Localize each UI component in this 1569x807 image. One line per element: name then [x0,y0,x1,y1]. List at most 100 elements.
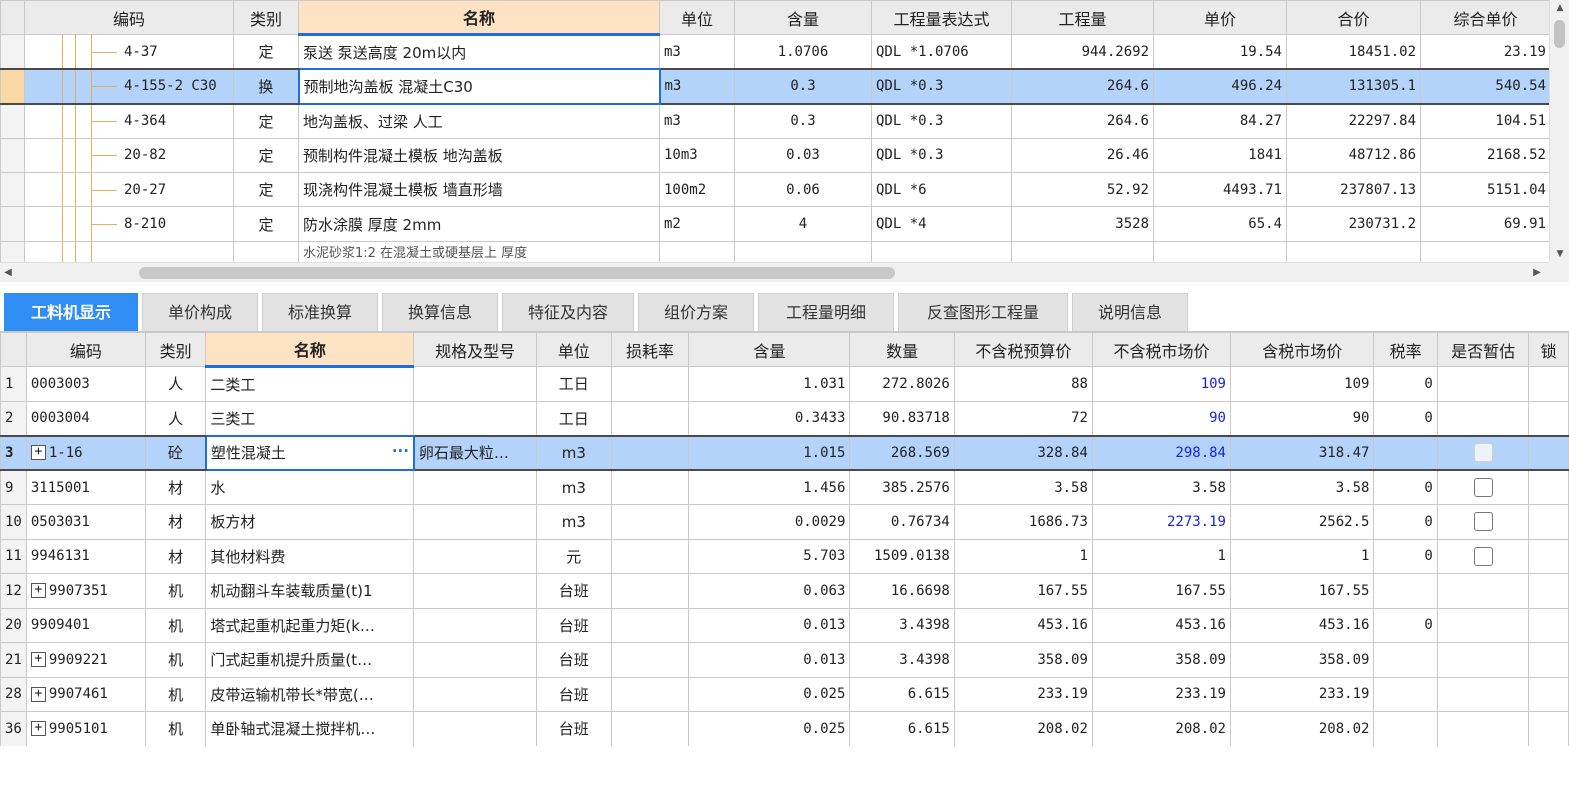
cell-name[interactable]: 水 [205,469,415,505]
cell-unit-price[interactable]: 104.51 [1420,103,1551,139]
cell-spec[interactable] [413,504,537,540]
cell-name[interactable]: 皮带运输机带长*带宽(… [205,676,415,712]
cell-content[interactable]: 0.3433 [688,400,851,436]
cell-type[interactable]: 人 [144,366,207,402]
cell-tax-rate[interactable]: 0 [1373,607,1438,643]
cell-type[interactable]: 机 [144,642,207,678]
col-header-quantity[interactable]: 工程量 [1011,0,1154,36]
cell-content[interactable]: 0.025 [688,711,851,746]
col-header-budget-price[interactable]: 不含税预算价 [953,332,1093,367]
cell-provisional[interactable] [1436,366,1530,402]
cell-expression[interactable]: QDL *0.3 [871,137,1012,173]
horizontal-scrollbar[interactable]: ◀ ▶ [0,262,1549,282]
cell-unit[interactable]: m3 [659,68,735,105]
cell-name[interactable]: 塔式起重机起重力矩(k… [205,607,415,643]
cell-quantity[interactable]: 944.2692 [1011,34,1154,70]
cell-content[interactable]: 4 [734,206,872,242]
cell-loss-rate[interactable] [610,434,690,471]
plus-box-icon[interactable]: + [30,686,46,702]
cell-loss-rate[interactable] [610,366,690,402]
cell-lock[interactable] [1528,573,1569,609]
cell-quantity[interactable]: 3.4398 [849,642,955,678]
cell-tax-rate[interactable]: 0 [1373,538,1438,574]
cell-tax-market-price[interactable]: 109 [1229,366,1375,402]
cell-code[interactable]: 4-364 [24,103,234,139]
cell-budget-price[interactable]: 233.19 [953,676,1093,712]
row-number[interactable]: 12 [0,573,27,609]
cell-code[interactable]: +9907351 [25,573,146,609]
cell-type[interactable]: 机 [144,676,207,712]
cell-price[interactable]: 1841 [1153,137,1287,173]
cell-budget-price[interactable]: 88 [953,366,1093,402]
cell-unit[interactable]: 台班 [535,573,612,609]
cell-quantity[interactable]: 3.4398 [849,607,955,643]
cell-quantity[interactable]: 385.2576 [849,469,955,505]
cell-name[interactable]: 门式起重机提升质量(t… [205,642,415,678]
cell-empty[interactable] [1153,240,1287,262]
cell-unit[interactable]: m2 [659,206,735,242]
cell-budget-price[interactable]: 1 [953,538,1093,574]
cell-content[interactable]: 1.456 [688,469,851,505]
cell-spec[interactable] [413,607,537,643]
cell-tax-rate[interactable] [1373,434,1438,471]
cell-tax-rate[interactable]: 0 [1373,504,1438,540]
cell-provisional[interactable] [1436,711,1530,746]
cell-lock[interactable] [1528,711,1569,746]
col-header-name[interactable]: 名称 [298,0,660,37]
cell-content[interactable]: 0.013 [688,642,851,678]
cell-unit[interactable]: 台班 [535,642,612,678]
cell-price[interactable]: 65.4 [1153,206,1287,242]
cell-unit[interactable]: 台班 [535,676,612,712]
cell-lock[interactable] [1528,434,1569,471]
cell-tax-rate[interactable] [1373,573,1438,609]
cell-provisional[interactable] [1436,573,1530,609]
cell-provisional[interactable] [1436,400,1530,436]
cell-spec[interactable] [413,676,537,712]
cell-type[interactable]: 定 [233,206,299,242]
col-header-tax-market-price[interactable]: 含税市场价 [1229,332,1375,367]
cell-unit-price[interactable]: 540.54 [1420,68,1551,105]
cell-name[interactable]: 单卧轴式混凝土搅拌机… [205,711,415,746]
cell-loss-rate[interactable] [610,469,690,505]
cell-code[interactable] [24,240,234,262]
cell-budget-price[interactable]: 167.55 [953,573,1093,609]
cell-tax-rate[interactable] [1373,711,1438,746]
cell-market-price[interactable]: 233.19 [1091,676,1231,712]
cell-lock[interactable] [1528,642,1569,678]
cell-name[interactable]: 现浇构件混凝土模板 墙直形墙 [298,171,660,208]
resource-row[interactable]: 2 0003004 人三类工 工日 0.3433 90.83718 72 90 90 0 [0,400,1569,436]
cell-quantity[interactable]: 90.83718 [849,400,955,436]
cell-content[interactable]: 1.0706 [734,34,872,70]
tab-pricing-scheme[interactable]: 组价方案 [638,293,754,331]
cell-unit[interactable]: m3 [535,434,612,471]
row-number[interactable]: 11 [0,538,27,574]
cell-content[interactable]: 0.06 [734,171,872,208]
cell-unit[interactable]: 台班 [535,607,612,643]
tab-price-composition[interactable]: 单价构成 [142,293,258,331]
cell-quantity[interactable]: 52.92 [1011,171,1154,208]
col-header-total[interactable]: 合价 [1286,0,1421,36]
cell-type[interactable]: 定 [233,103,299,139]
quota-row[interactable]: 4-364 定地沟盖板、过梁 人工 m3 0.3 QDL *0.3 264.6 84.27 2… [0,103,1551,139]
quota-row[interactable]: 4-155-2 C30 换预制地沟盖板 混凝土C30 m3 0.3 QDL *0.3 26… [0,68,1551,105]
tab-reverse-graphic-quantity[interactable]: 反查图形工程量 [898,293,1068,331]
cell-price[interactable]: 19.54 [1153,34,1287,70]
cell-lock[interactable] [1528,676,1569,712]
cell-code[interactable]: 9946131 [25,538,146,574]
cell-unit[interactable]: 100m2 [659,171,735,208]
cell-content[interactable]: 1.015 [688,434,851,471]
triangle-up-icon[interactable]: ▲ [1550,0,1569,16]
cell-tax-rate[interactable]: 0 [1373,366,1438,402]
cell-name[interactable]: 预制地沟盖板 混凝土C30 [297,68,661,105]
row-number[interactable]: 21 [0,642,27,678]
cell-expression[interactable]: QDL *4 [871,206,1012,242]
cell-tax-market-price[interactable]: 318.47 [1229,434,1375,471]
cell-code[interactable]: 9909401 [25,607,146,643]
provisional-checkbox[interactable] [1473,546,1493,566]
cell-quantity[interactable]: 0.76734 [849,504,955,540]
cell-quantity[interactable]: 1509.0138 [849,538,955,574]
cell-empty[interactable] [1011,240,1154,262]
cell-market-price[interactable]: 109 [1091,366,1231,402]
cell-spec[interactable] [413,573,537,609]
provisional-checkbox[interactable] [1473,443,1493,463]
